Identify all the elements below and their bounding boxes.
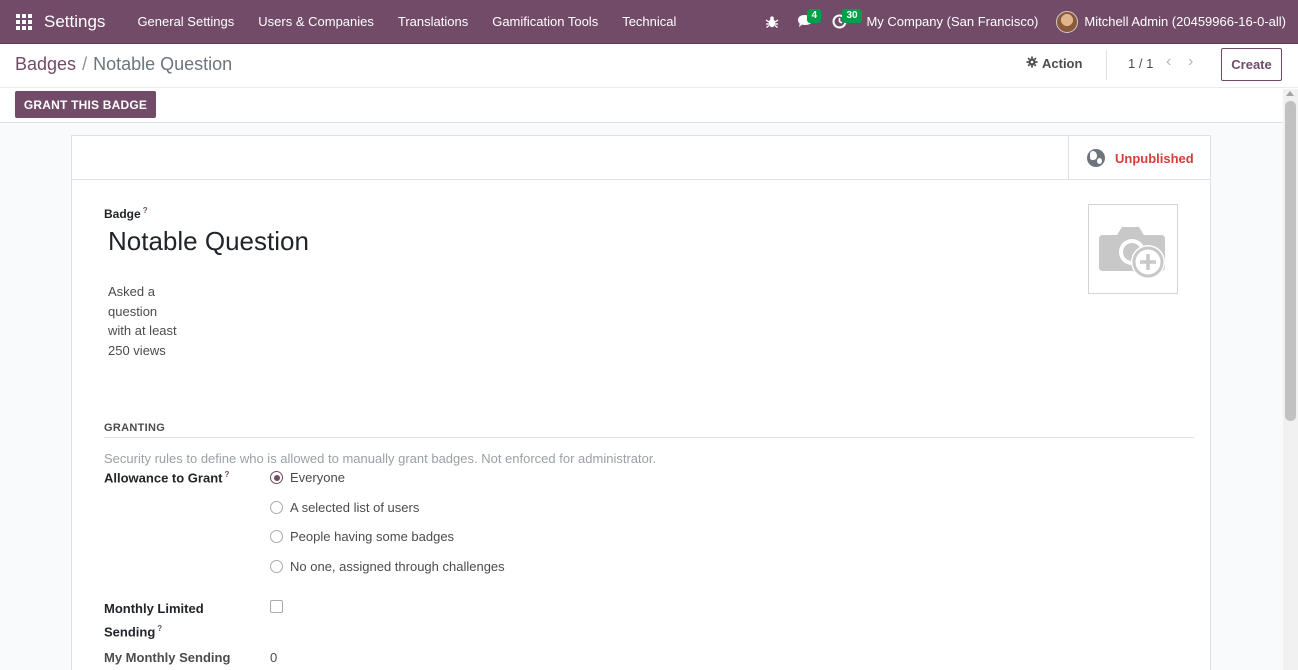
action-menu-button[interactable]: Action [1026, 56, 1082, 71]
radio-option-no-one[interactable]: No one, assigned through challenges [270, 559, 505, 574]
vertical-scrollbar[interactable] [1283, 89, 1298, 670]
debug-bug-icon[interactable] [756, 0, 788, 44]
allowance-help-icon[interactable]: ? [224, 470, 229, 479]
monthly-limited-checkbox[interactable] [270, 600, 283, 613]
gear-icon [1026, 56, 1038, 71]
activities-count-badge: 30 [842, 8, 862, 23]
radio-option-selected-users[interactable]: A selected list of users [270, 500, 419, 515]
user-avatar [1056, 10, 1079, 33]
radio-label: No one, assigned through challenges [290, 559, 505, 574]
breadcrumb-current: Notable Question [93, 54, 233, 74]
pager-previous-icon[interactable]: ‹ [1166, 53, 1171, 71]
allowance-label-text: Allowance to Grant [104, 470, 223, 486]
app-name[interactable]: Settings [44, 12, 105, 32]
radio-label: A selected list of users [290, 500, 420, 515]
scrollbar-thumb[interactable] [1285, 101, 1296, 421]
allowance-to-grant-label: Allowance to Grant? [104, 470, 229, 485]
badge-name-field[interactable]: Notable Question [108, 226, 309, 257]
badge-field-label: Badge? [104, 206, 148, 221]
control-panel-divider [0, 87, 1298, 88]
form-sheet: Unpublished Badge? Notable Question Aske… [71, 135, 1211, 670]
breadcrumb-badges-link[interactable]: Badges [15, 54, 76, 74]
menu-translations[interactable]: Translations [386, 0, 480, 44]
menu-technical[interactable]: Technical [610, 0, 688, 44]
badge-image-upload[interactable] [1088, 204, 1178, 294]
user-menu[interactable]: Mitchell Admin (20459966-16-0-all) [1048, 10, 1298, 33]
top-navbar: Settings General Settings Users & Compan… [0, 0, 1298, 44]
pager-next-icon[interactable]: › [1188, 53, 1193, 71]
scroll-up-arrow-icon[interactable] [1286, 91, 1294, 96]
user-name: Mitchell Admin (20459966-16-0-all) [1084, 14, 1286, 29]
radio-label: People having some badges [290, 529, 455, 544]
badge-help-icon[interactable]: ? [143, 206, 148, 215]
control-panel: Badges / Notable Question Action 1 / 1 ‹ ›… [0, 44, 1298, 123]
my-monthly-sending-label: My Monthly Sending [104, 650, 231, 665]
company-switcher[interactable]: My Company (San Francisco) [856, 14, 1048, 29]
grant-this-badge-button[interactable]: GRANT THIS BADGE [15, 91, 156, 118]
menu-general-settings[interactable]: General Settings [125, 0, 246, 44]
camera-add-icon [1099, 227, 1165, 279]
radio-button[interactable] [270, 501, 283, 514]
monthly-limited-sending-label: Monthly Limited Sending? [104, 599, 224, 642]
messages-icon[interactable]: 4 [788, 0, 823, 44]
action-label: Action [1042, 56, 1083, 71]
publish-status-label: Unpublished [1115, 150, 1194, 166]
radio-button[interactable] [270, 530, 283, 543]
radio-label: Everyone [290, 470, 345, 485]
monthly-limited-label-text: Monthly Limited Sending [104, 601, 204, 640]
create-button[interactable]: Create [1221, 48, 1282, 81]
granting-help-text: Security rules to define who is allowed … [104, 451, 657, 466]
messages-count-badge: 4 [807, 8, 821, 23]
radio-button[interactable] [270, 560, 283, 573]
menu-users-companies[interactable]: Users & Companies [246, 0, 386, 44]
breadcrumb: Badges / Notable Question [15, 54, 232, 75]
badge-description-field[interactable]: Asked a question with at least 250 views [108, 282, 178, 360]
badge-label-text: Badge [104, 207, 141, 221]
granting-section-title: GRANTING [104, 422, 166, 434]
publish-toggle-button[interactable]: Unpublished [1068, 136, 1210, 180]
breadcrumb-separator: / [82, 54, 88, 74]
control-divider [1106, 50, 1107, 80]
radio-button-checked[interactable] [270, 471, 283, 484]
radio-option-some-badges[interactable]: People having some badges [270, 529, 454, 544]
smart-button-box: Unpublished [72, 136, 1210, 180]
globe-icon [1087, 149, 1105, 167]
radio-option-everyone[interactable]: Everyone [270, 470, 345, 485]
apps-grid-icon[interactable] [16, 13, 32, 30]
granting-section-divider [104, 437, 1194, 438]
monthly-limited-help-icon[interactable]: ? [157, 624, 162, 633]
activities-clock-icon[interactable]: 30 [823, 0, 862, 44]
menu-gamification-tools[interactable]: Gamification Tools [480, 0, 610, 44]
pager-value[interactable]: 1 / 1 [1128, 56, 1153, 71]
my-monthly-sending-value: 0 [270, 650, 278, 665]
navbar-systray: 4 30 My Company (San Francisco) Mitchell… [756, 0, 1298, 44]
